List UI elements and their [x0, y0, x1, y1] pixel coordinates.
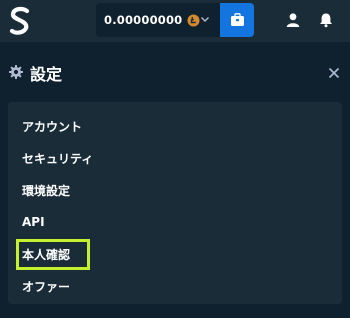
menu-item-offers[interactable]: オファー [16, 272, 70, 300]
menu-item-verification[interactable]: 本人確認 [16, 239, 90, 270]
gear-icon [9, 65, 23, 79]
menu-item-label: 本人確認 [22, 248, 71, 262]
stake-logo-icon[interactable] [6, 6, 34, 36]
menu-item-api[interactable]: API [16, 208, 45, 236]
wallet-balance-selector[interactable]: 0.00000000 [96, 3, 220, 37]
menu-item-label: セキュリティ [22, 151, 94, 166]
menu-item-preferences[interactable]: 環境設定 [16, 176, 70, 204]
menu-item-label: 環境設定 [22, 183, 71, 198]
top-navigation-bar: 0.00000000 [0, 0, 350, 42]
user-icon[interactable] [285, 12, 301, 28]
wallet-button[interactable] [220, 3, 254, 37]
menu-item-account[interactable]: アカウント [16, 112, 82, 140]
menu-item-label: アカウント [22, 119, 83, 134]
close-icon[interactable] [328, 67, 340, 79]
bell-icon[interactable] [318, 12, 334, 28]
menu-item-label: オファー [22, 279, 71, 294]
settings-title: 設定 [30, 65, 63, 84]
settings-menu-panel: アカウント セキュリティ 環境設定 API 本人確認 オファー [8, 102, 342, 304]
wallet-balance: 0.00000000 [104, 13, 183, 27]
menu-item-security[interactable]: セキュリティ [16, 144, 93, 172]
litecoin-icon [187, 14, 200, 26]
settings-header: 設定 [0, 42, 350, 100]
wallet-icon [230, 13, 244, 26]
chevron-down-icon[interactable] [200, 14, 210, 24]
menu-item-label: API [22, 215, 45, 229]
